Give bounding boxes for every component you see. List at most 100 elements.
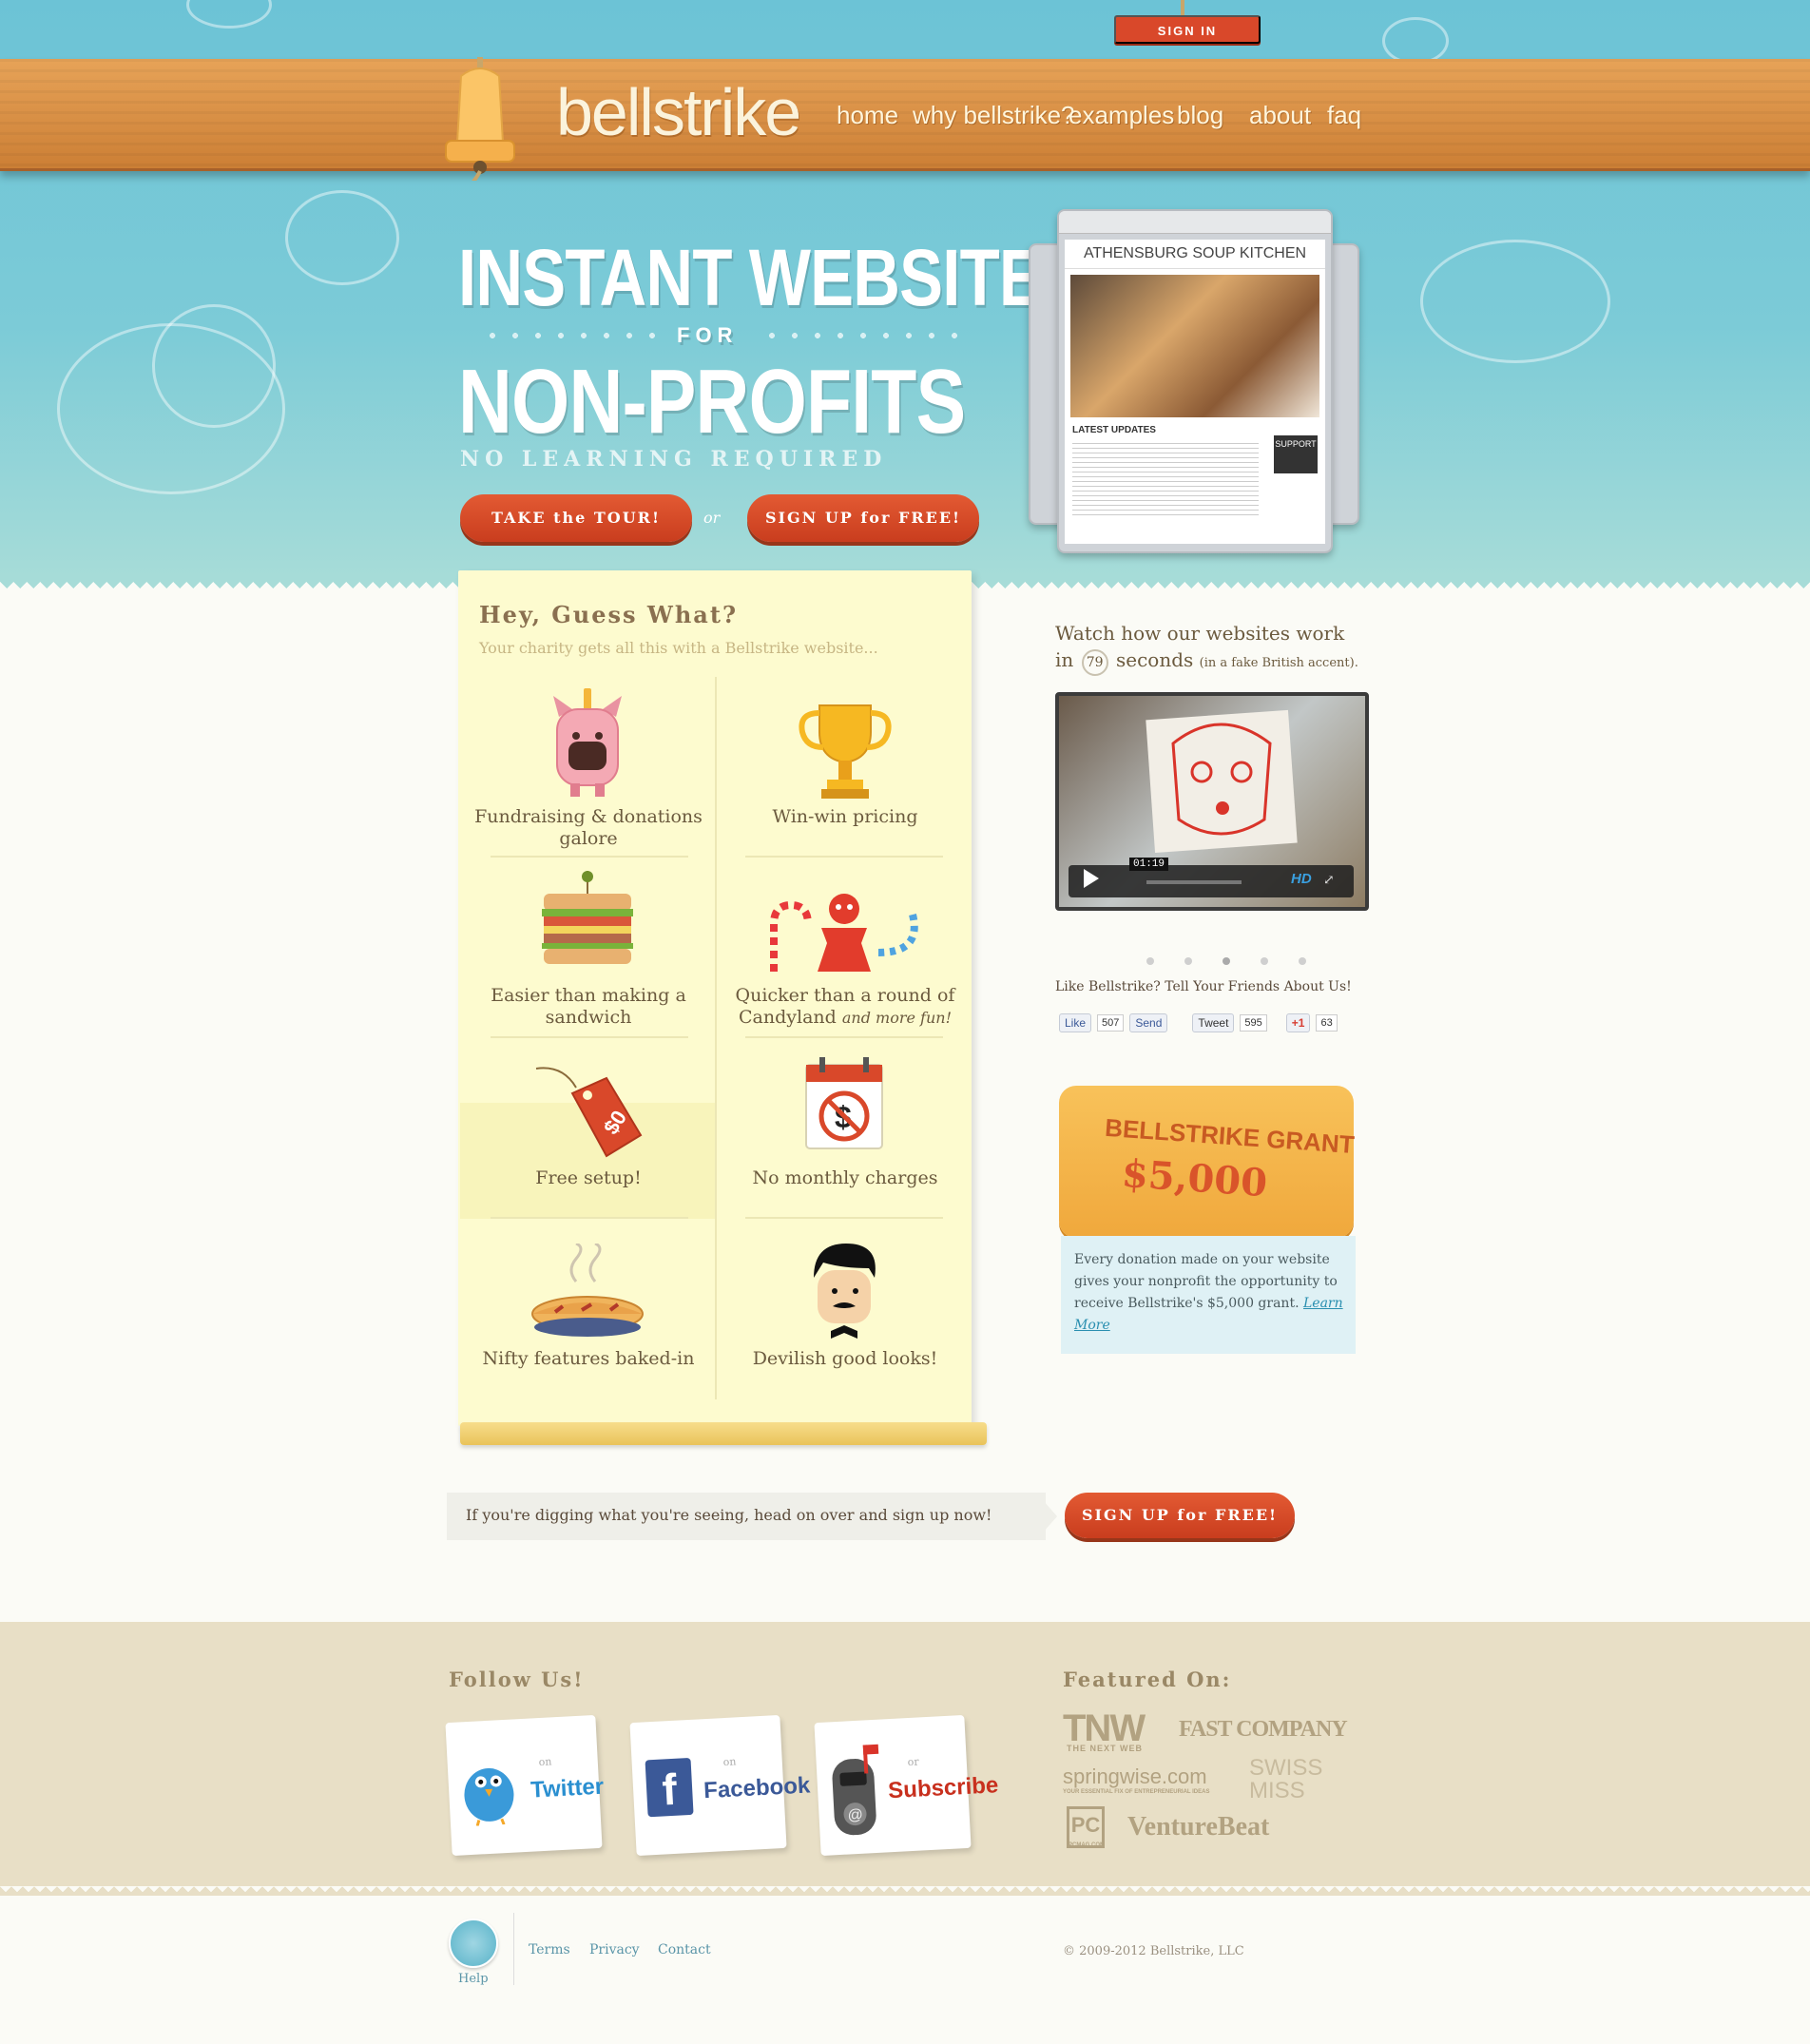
nav-blog[interactable]: blog [1177,101,1223,130]
facebook-label: Facebook [703,1772,811,1804]
or-label: or [703,509,721,527]
help-label[interactable]: Help [458,1972,489,1986]
bell-icon [445,57,515,181]
row-separator [491,1217,688,1219]
facebook-like-button[interactable]: Like [1059,1013,1092,1032]
help-icon[interactable] [449,1919,498,1968]
cloud-decoration [152,304,276,428]
plus-count: 63 [1316,1014,1338,1032]
nav-faq[interactable]: faq [1327,101,1361,130]
like-count: 507 [1097,1014,1125,1032]
swiss-miss-logo[interactable]: SWISS MISS [1249,1757,1335,1803]
trophy-icon [799,704,892,799]
hero-title-line1: INSTANT WEBSITES [458,233,1086,322]
terms-link[interactable]: Terms [529,1942,570,1957]
video-seconds-label: seconds [1116,648,1194,671]
grant-description: Every donation made on your website give… [1074,1249,1350,1337]
features-subtitle: Your charity gets all this with a Bellst… [479,639,878,657]
feature-candyland: Quicker than a round of Candyland and mo… [717,985,973,1029]
panel-scroll-bottom [460,1422,987,1445]
facebook-card[interactable]: f on Facebook [629,1714,811,1857]
on-label: on [722,1755,737,1769]
feature-pricing: Win-win pricing [772,806,918,827]
row-separator [491,856,688,858]
fullscreen-icon[interactable]: ⤢ [1323,873,1335,888]
feature-good-looks: Devilish good looks! [752,1348,938,1369]
nav-about[interactable]: about [1249,101,1311,130]
cta-sign-up-button[interactable]: SIGN UP for FREE! [1065,1493,1295,1538]
pc-sub: PCMAG.COM [1069,1842,1105,1848]
nav-why-bellstrike[interactable]: why bellstrike? [913,101,1075,130]
contact-link[interactable]: Contact [658,1942,711,1957]
pager-dot[interactable] [1261,957,1268,965]
price-tag-icon: $0 [535,1067,643,1158]
pager-dot[interactable] [1299,957,1306,965]
hero-for: FOR [677,323,739,347]
grant-text: Every donation made on your website give… [1074,1252,1338,1311]
row-separator [745,1036,943,1038]
features-title: Hey, Guess What? [479,601,738,628]
band-zigzag-bottom [0,1886,1810,1896]
sign-up-free-button[interactable]: SIGN UP for FREE! [747,494,979,542]
mailbox-icon: @ [832,1744,879,1836]
logo[interactable]: bellstrike [556,74,801,150]
pager-dot[interactable] [1146,957,1154,965]
no-dollar-calendar-icon: $ [805,1057,883,1149]
column-divider [715,677,717,1399]
nav-examples[interactable]: examples [1069,101,1174,130]
tweet-button[interactable]: Tweet [1192,1013,1235,1032]
mock-site-title: ATHENSBURG SOUP KITCHEN [1065,240,1325,269]
hd-toggle[interactable]: HD [1291,871,1312,887]
twitter-bird-icon [464,1767,514,1827]
social-buttons: Like 507 Send Tweet 595 +1 63 [1059,1013,1338,1032]
mock-browser: ATHENSBURG SOUP KITCHEN LATEST UPDATES S… [1057,209,1333,553]
hero-subtitle: NO LEARNING REQUIRED [460,447,888,472]
band-zigzag-top [0,1622,1810,1631]
springwise-sub: YOUR ESSENTIAL FIX OF ENTREPRENEURIAL ID… [1063,1789,1210,1795]
fast-company-logo[interactable]: FAST COMPANY [1179,1717,1348,1743]
play-icon[interactable] [1084,869,1099,888]
twitter-card[interactable]: on Twitter [445,1714,605,1857]
cloud-decoration [1420,240,1610,363]
pie-icon [531,1244,644,1337]
cta-text: If you're digging what you're seeing, he… [466,1506,992,1524]
feature-sandwich: Easier than making a sandwich [491,985,686,1028]
footer-divider [513,1913,514,1985]
copyright: © 2009-2012 Bellstrike, LLC [1063,1944,1244,1958]
feature-baked-in: Nifty features baked-in [482,1348,695,1369]
feature-fundraising: Fundraising & donations galore [474,806,703,849]
springwise-logo[interactable]: springwise.com [1063,1764,1207,1789]
sign-in-button[interactable]: SIGN IN [1114,15,1261,44]
piggy-bank-icon [553,688,622,797]
feature-candyland-suffix: and more fun! [841,1009,952,1027]
feature-free-setup: Free setup! [535,1167,642,1188]
svg-text:@: @ [847,1807,863,1824]
mock-support: SUPPORT [1274,435,1318,473]
gentleman-icon [814,1244,876,1339]
follow-title: Follow Us! [449,1668,585,1691]
pager-dot[interactable] [1184,957,1192,965]
cta-arrow [1036,1493,1057,1540]
google-plus-button[interactable]: +1 [1285,1013,1311,1032]
sandwich-icon [542,871,633,964]
header-plank [0,59,1810,171]
twitter-label: Twitter [530,1773,605,1803]
seconds-badge: 79 [1081,649,1108,676]
privacy-link[interactable]: Privacy [589,1942,640,1957]
video-heading: Watch how our websites work in 79 second… [1055,620,1378,677]
video-pager [1131,951,1321,969]
row-separator [745,856,943,858]
facebook-send-button[interactable]: Send [1129,1013,1168,1032]
nav-home[interactable]: home [837,101,898,130]
video-progress[interactable] [1146,880,1242,884]
venturebeat-logo[interactable]: VentureBeat [1127,1812,1269,1842]
tnw-sub: THE NEXT WEB [1067,1744,1144,1753]
tweet-count: 595 [1240,1014,1267,1032]
subscribe-card[interactable]: @ or Subscribe [814,1714,999,1857]
mock-text-lines [1072,443,1259,519]
take-tour-button[interactable]: TAKE the TOUR! [460,494,692,542]
row-separator [491,1036,688,1038]
pager-dot-active[interactable] [1223,957,1230,965]
featured-title: Featured On: [1063,1668,1232,1691]
dotted-divider [761,333,970,338]
